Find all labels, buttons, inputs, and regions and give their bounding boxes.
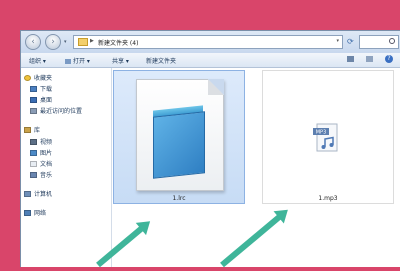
sidebar-item-computer[interactable]: 计算机 (24, 189, 53, 198)
sidebar-item-recent[interactable]: 最近访问的位置 (30, 106, 83, 115)
sidebar-item-libraries[interactable]: 库 (24, 125, 41, 134)
downloads-icon (30, 85, 37, 92)
new-folder-button[interactable]: 新建文件夹 (146, 56, 176, 65)
music-icon (30, 171, 37, 178)
address-input[interactable]: ▶ 新建文件夹 (4) ▾ (73, 35, 343, 49)
explorer-window: ‹ › ▾ ▶ 新建文件夹 (4) ▾ ⟳ 组织 ▾ 打开 ▾ 共享 ▾ 新建文… (20, 30, 400, 267)
sidebar-label: 视频 (40, 139, 53, 146)
sidebar-label: 计算机 (34, 191, 53, 198)
search-icon (389, 38, 395, 44)
preview-pane-icon[interactable] (366, 56, 373, 62)
sidebar-item-music[interactable]: 音乐 (30, 170, 53, 179)
sidebar-item-pictures[interactable]: 图片 (30, 148, 53, 157)
desktop-icon (30, 96, 37, 103)
sidebar-label: 库 (34, 127, 41, 134)
breadcrumb-arrow-icon[interactable]: ▶ (90, 38, 94, 44)
videos-icon (30, 138, 37, 145)
sidebar-label: 音乐 (40, 172, 53, 179)
refresh-icon[interactable]: ⟳ (347, 37, 354, 46)
pictures-icon (30, 149, 37, 156)
library-icon (24, 126, 31, 133)
sidebar-item-videos[interactable]: 视频 (30, 137, 53, 146)
sidebar-label: 网络 (34, 210, 47, 217)
sidebar-label: 图片 (40, 150, 53, 157)
back-button[interactable]: ‹ (25, 34, 41, 50)
sidebar-label: 最近访问的位置 (40, 108, 83, 115)
computer-icon (24, 190, 31, 197)
folder-icon (78, 38, 88, 46)
sidebar-label: 桌面 (40, 97, 53, 104)
address-bar: ‹ › ▾ ▶ 新建文件夹 (4) ▾ ⟳ (21, 31, 400, 53)
sidebar-item-documents[interactable]: 文档 (30, 159, 53, 168)
mp3-audio-icon: MP3 (313, 123, 338, 152)
documents-icon (30, 160, 37, 167)
sidebar-item-desktop[interactable]: 桌面 (30, 95, 53, 104)
sidebar-label: 收藏夹 (34, 75, 53, 82)
address-dropdown-icon[interactable]: ▾ (336, 38, 339, 44)
svg-text:MP3: MP3 (316, 130, 327, 136)
recent-places-icon (30, 107, 37, 114)
page-fold-icon (208, 79, 224, 95)
change-view-icon[interactable] (347, 56, 354, 62)
share-menu[interactable]: 共享 ▾ (112, 56, 129, 65)
network-icon (24, 209, 31, 216)
sidebar-item-downloads[interactable]: 下载 (30, 84, 53, 93)
notepad-icon (153, 111, 205, 179)
sidebar-item-favorites[interactable]: 收藏夹 (24, 73, 53, 82)
forward-button[interactable]: › (45, 34, 61, 50)
file-name: 1.mp3 (318, 195, 338, 202)
file-name: 1.lrc (172, 195, 186, 202)
star-icon (24, 74, 31, 81)
open-menu-label: 打开 ▾ (73, 58, 90, 65)
command-bar: 组织 ▾ 打开 ▾ 共享 ▾ 新建文件夹 ? (21, 53, 400, 68)
notepad-document-icon (136, 79, 224, 191)
file-tile-mp3[interactable]: MP3 1.mp3 (262, 70, 394, 204)
open-menu[interactable]: 打开 ▾ (65, 56, 90, 65)
sidebar-label: 文档 (40, 161, 53, 168)
search-input[interactable] (359, 35, 399, 49)
organize-menu[interactable]: 组织 ▾ (29, 56, 46, 65)
sidebar-label: 下载 (40, 86, 53, 93)
navigation-pane: 收藏夹 下载 桌面 最近访问的位置 库 视频 图片 文档 音乐 计算机 网络 (21, 68, 112, 267)
open-icon (65, 59, 71, 64)
history-dropdown-icon[interactable]: ▾ (64, 39, 67, 45)
help-icon[interactable]: ? (385, 55, 393, 63)
breadcrumb-current-folder[interactable]: 新建文件夹 (4) (98, 38, 138, 47)
sidebar-item-network[interactable]: 网络 (24, 208, 47, 217)
file-tile-lrc[interactable]: 1.lrc (113, 70, 245, 204)
